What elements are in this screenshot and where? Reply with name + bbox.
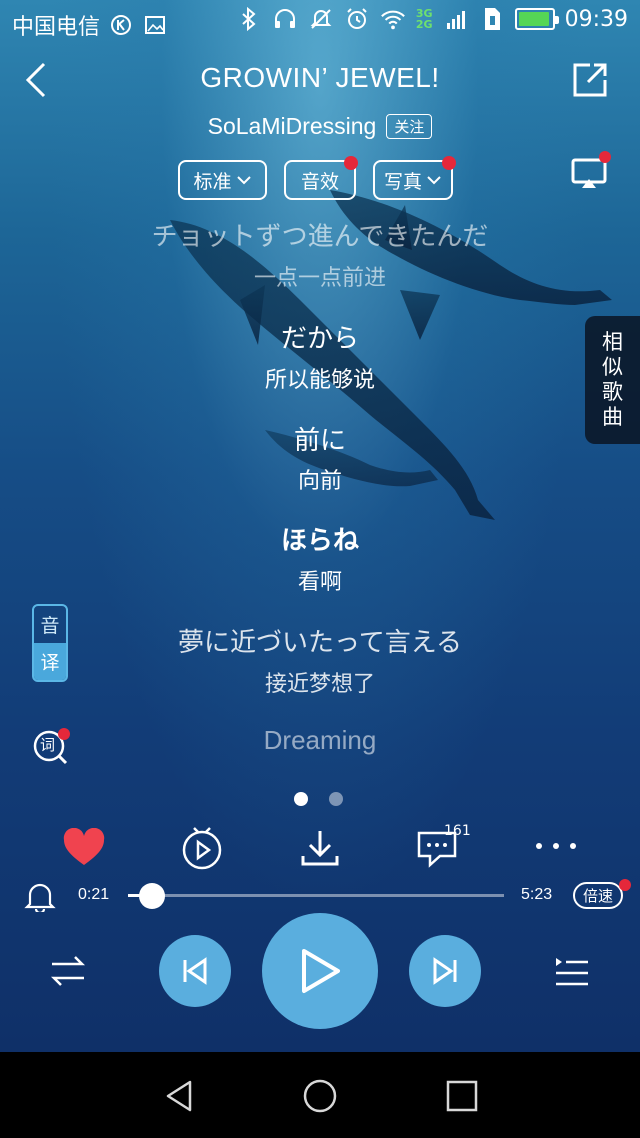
- image-notification-icon: [142, 12, 168, 38]
- chevron-down-icon: [427, 176, 441, 185]
- lyric-line-6-original: Dreaming: [263, 725, 377, 755]
- page-indicator-inactive[interactable]: [329, 792, 343, 806]
- skip-next-icon: [433, 957, 457, 985]
- effect-label: 音效: [300, 170, 339, 193]
- playlist-button[interactable]: [554, 954, 590, 988]
- tv-play-icon: [182, 827, 222, 870]
- artist-row: SoLaMiDressing 关注: [0, 113, 640, 140]
- lyric-search-notification-dot: [58, 728, 70, 740]
- lyric-line-3-translation: 向前: [297, 469, 342, 494]
- heart-icon: [63, 827, 105, 865]
- lyric-line-1-translation: 一点一点前进: [253, 266, 386, 291]
- alarm-icon: [344, 6, 370, 32]
- artist-name[interactable]: SoLaMiDressing: [208, 113, 377, 140]
- lyric-search-label: 词: [40, 736, 56, 754]
- mute-icon: [308, 6, 334, 32]
- chevron-down-icon: [236, 176, 251, 185]
- translation-toggle-label: 译: [34, 643, 66, 680]
- more-button[interactable]: [534, 836, 578, 856]
- play-button[interactable]: [262, 913, 378, 1029]
- circle-home-icon: [303, 1079, 337, 1113]
- nav-back-button[interactable]: [160, 1076, 200, 1116]
- k-badge-icon: [108, 12, 134, 38]
- headphones-icon: [272, 6, 298, 32]
- playback-speed-button[interactable]: 倍速: [573, 882, 623, 909]
- follow-button[interactable]: 关注: [386, 114, 433, 139]
- similar-songs-char: 歌: [602, 380, 623, 404]
- photo-notification-dot: [442, 156, 456, 170]
- total-time: 5:23: [521, 886, 553, 903]
- share-button[interactable]: [572, 62, 608, 98]
- alarm-bell-button[interactable]: [24, 880, 56, 915]
- battery-icon: [514, 8, 559, 30]
- clock-time: 09:39: [564, 6, 628, 32]
- photo-selector[interactable]: 写真: [373, 160, 453, 200]
- next-track-button[interactable]: [409, 935, 481, 1007]
- bell-icon: [24, 883, 56, 915]
- lyric-line-current-original: ほらね: [280, 526, 359, 556]
- download-button[interactable]: [300, 828, 340, 868]
- nav-home-button[interactable]: [300, 1076, 340, 1116]
- song-title: GROWIN’ JEWEL!: [200, 62, 440, 93]
- square-recents-icon: [446, 1080, 478, 1112]
- system-navigation-bar: [0, 1052, 640, 1138]
- sim-icon: [479, 6, 505, 32]
- original-toggle-label: 音: [40, 615, 60, 637]
- bluetooth-icon: [236, 6, 262, 32]
- photo-label: 写真: [383, 170, 422, 193]
- download-icon: [301, 831, 339, 866]
- page-indicator-active: [294, 792, 308, 806]
- shuffle-sequence-icon: [50, 956, 86, 986]
- quality-selector[interactable]: 标准: [178, 160, 267, 200]
- status-bar: 中国电信 3G 2G 09:39: [0, 0, 640, 46]
- lyric-line-5-original: 夢に近づいたって言える: [178, 628, 462, 658]
- effect-notification-dot: [344, 156, 358, 170]
- wifi-icon: [380, 6, 406, 32]
- playlist-icon: [556, 958, 588, 986]
- nav-recents-button[interactable]: [444, 1078, 480, 1114]
- lyric-line-1-original: チョットずつ進んできたんだ: [151, 222, 489, 252]
- similar-songs-char: 曲: [602, 405, 623, 429]
- lyric-line-5-translation: 接近梦想了: [264, 672, 375, 697]
- cast-notification-dot: [599, 151, 611, 163]
- play-icon: [302, 949, 340, 993]
- triangle-back-icon: [166, 1080, 192, 1112]
- like-button[interactable]: [62, 827, 106, 868]
- quality-label: 标准: [193, 170, 232, 193]
- current-time: 0:21: [78, 886, 110, 903]
- lyric-line-2-translation: 所以能够说: [264, 368, 375, 393]
- lyric-line-2-original: だから: [280, 324, 359, 354]
- lyric-line-current-translation: 看啊: [297, 570, 342, 595]
- similar-songs-char: 相: [602, 330, 623, 354]
- play-mode-button[interactable]: [50, 954, 86, 988]
- network-type: 3G 2G: [415, 7, 433, 31]
- previous-track-button[interactable]: [159, 935, 231, 1007]
- carrier-name: 中国电信: [12, 15, 101, 40]
- progress-bar[interactable]: [128, 883, 504, 909]
- similar-songs-tab[interactable]: 相 似 歌 曲: [585, 316, 640, 444]
- comment-count: 161: [444, 823, 471, 839]
- similar-songs-char: 似: [602, 355, 623, 379]
- signal-icon: [443, 6, 469, 32]
- speed-notification-dot: [619, 879, 631, 891]
- share-icon: [573, 63, 607, 97]
- more-dots-icon: [536, 843, 576, 849]
- lyric-line-3-original: 前に: [293, 426, 346, 456]
- lyric-translation-toggle[interactable]: 音 译: [32, 604, 68, 682]
- skip-previous-icon: [183, 957, 207, 985]
- video-button[interactable]: [180, 826, 224, 870]
